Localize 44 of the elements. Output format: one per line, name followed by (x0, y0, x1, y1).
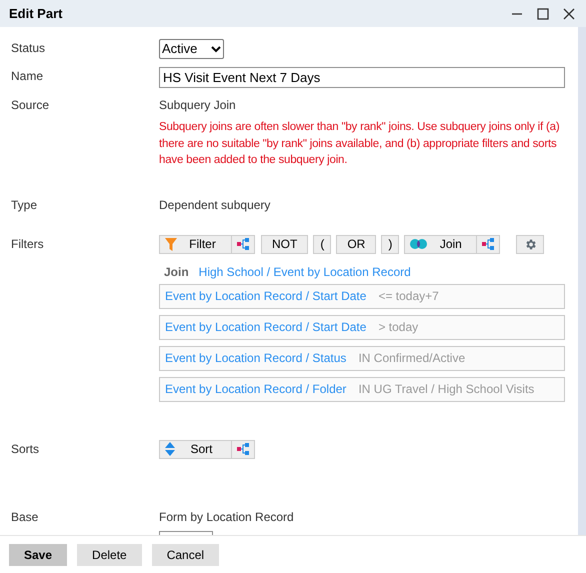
footer-button[interactable]: Save (9, 544, 68, 566)
toolbar-button[interactable]: ( (313, 234, 332, 254)
close-icon[interactable] (563, 8, 575, 20)
tree-icon (237, 238, 249, 250)
field-value: Subquery Join (159, 97, 237, 114)
tree-icon (482, 238, 494, 250)
field-label: Name (11, 68, 44, 85)
chevron-down-icon (211, 46, 221, 52)
join-label: Join (164, 264, 189, 280)
field-label: Source (11, 97, 50, 114)
toolbar-button[interactable]: NOT (261, 234, 308, 254)
field-label: Sorts (11, 440, 40, 458)
tree-button[interactable] (232, 440, 255, 458)
toolbar-button[interactable]: ) (381, 234, 400, 254)
settings-button[interactable] (516, 234, 544, 254)
sort-arrows-icon (165, 442, 175, 456)
filter-condition: <= today+7 (378, 288, 439, 304)
tree-icon (237, 443, 249, 455)
filter-condition: IN Confirmed/Active (358, 350, 466, 366)
filter-condition: > today (378, 318, 418, 336)
field-label: Status (11, 40, 46, 57)
footer-button[interactable]: Delete (77, 544, 142, 566)
field-label: Base (11, 508, 40, 526)
field-value: Dependent subquery (159, 196, 272, 214)
warning-text: Subquery joins are often slower than "by rank" joins. Use subquery joins only if (a) there are no suitable "by rank" joins available, and (b) appropriate filters and sorts have been added to the subquery join. (159, 120, 560, 168)
name-field[interactable]: HS Visit Event Next 7 Days (159, 67, 565, 88)
settings-icon (524, 238, 537, 250)
join-button[interactable]: Join (404, 234, 478, 254)
status-dropdown[interactable]: Active (159, 39, 224, 59)
tree-button[interactable] (477, 234, 500, 254)
filter-button[interactable]: Filter (159, 234, 232, 254)
overlapping-circles-icon (410, 239, 428, 249)
sort-button[interactable]: Sort (159, 440, 232, 458)
tree-button[interactable] (232, 234, 255, 254)
footer-button[interactable]: Cancel (152, 544, 220, 566)
filter-condition: IN UG Travel / High School Visits (358, 380, 534, 398)
scrollbar[interactable] (578, 27, 586, 535)
field-label: Filters (11, 236, 45, 252)
window-title: Edit Part (9, 4, 64, 23)
field-value: Form by Location Record (159, 508, 295, 526)
toolbar-button[interactable]: OR (336, 234, 376, 254)
field-label: Type (11, 196, 38, 214)
funnel-icon (165, 238, 177, 250)
maximize-icon[interactable] (537, 8, 549, 20)
